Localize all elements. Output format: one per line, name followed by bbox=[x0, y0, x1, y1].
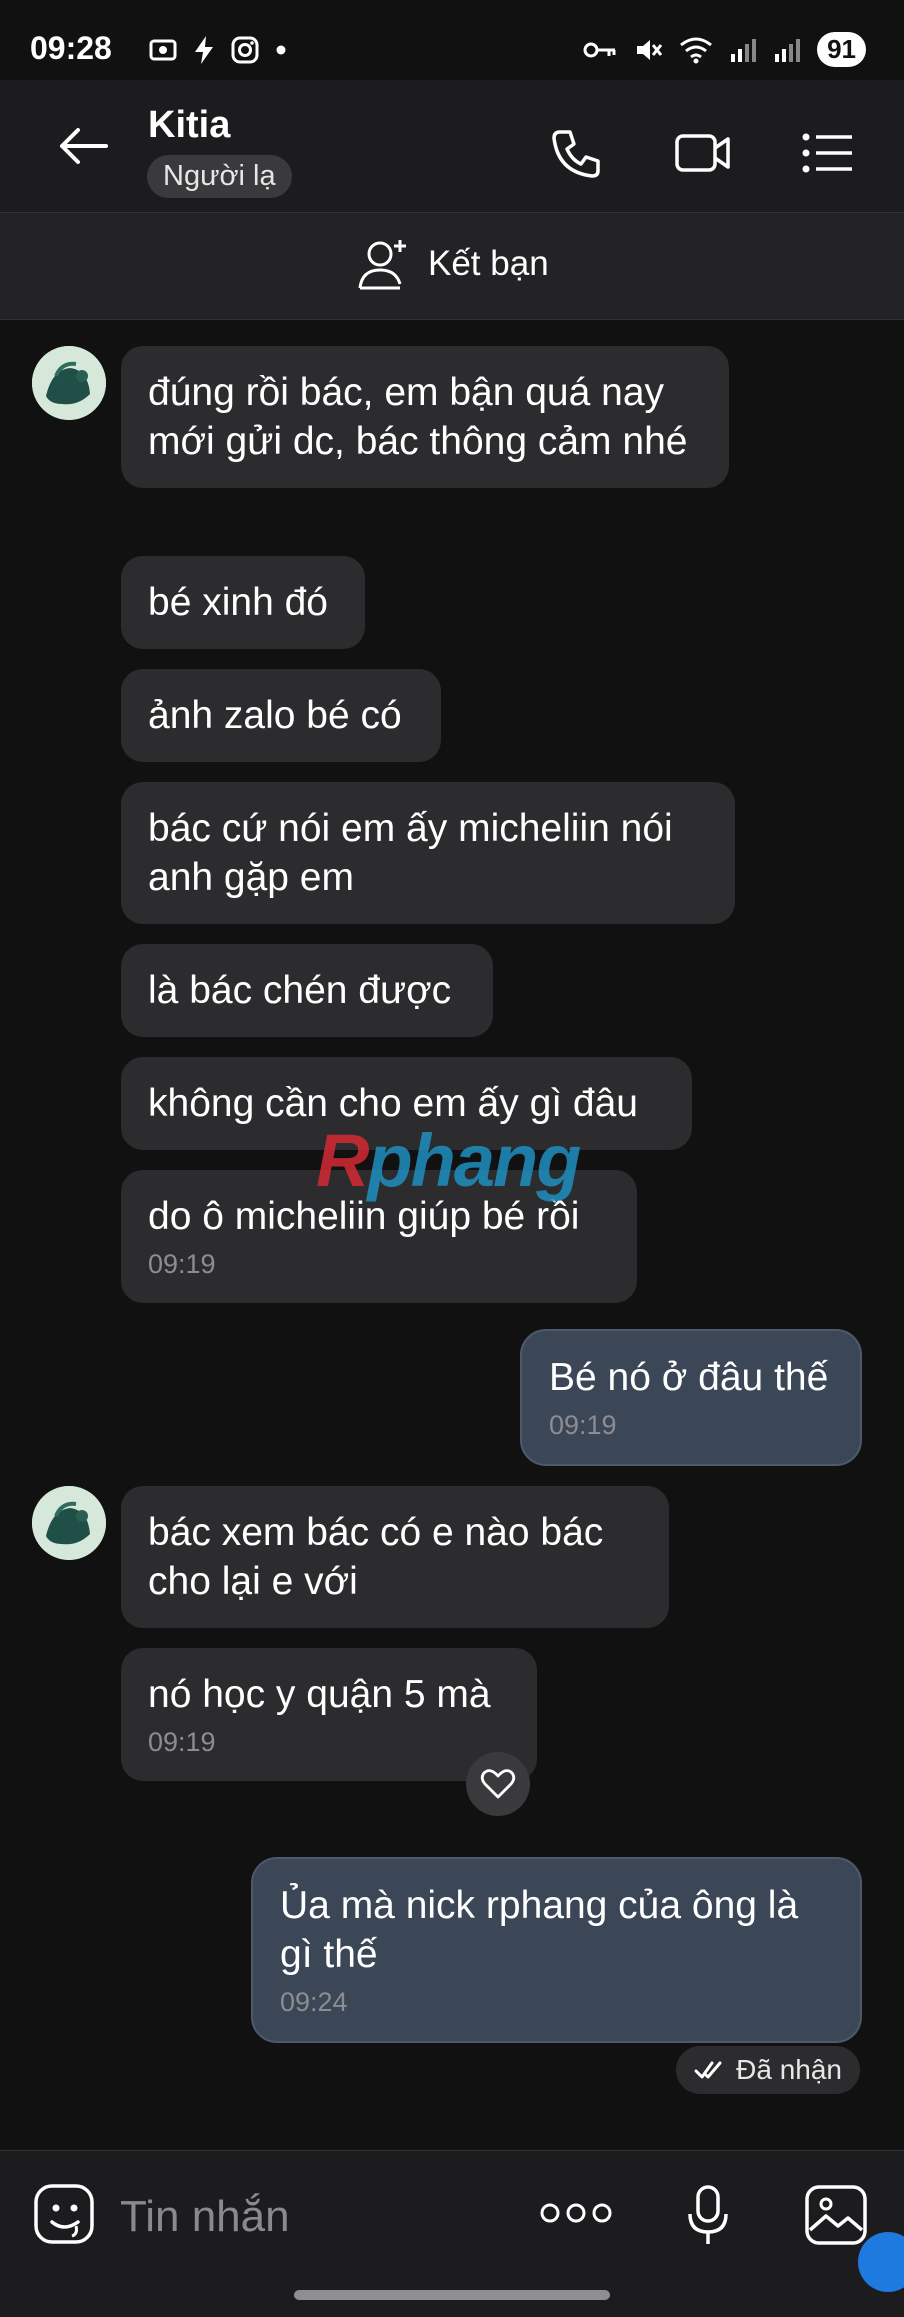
avatar[interactable] bbox=[32, 1486, 106, 1560]
avatar-image bbox=[32, 1486, 106, 1560]
signal-icon-2 bbox=[775, 38, 801, 62]
flash-icon bbox=[195, 36, 213, 64]
message-text: ảnh zalo bé có bbox=[148, 694, 402, 737]
message-text: Ủa mà nick rphang của ông là gì thế bbox=[280, 1884, 799, 1976]
delivery-status-label: Đã nhận bbox=[736, 2054, 842, 2085]
react-button[interactable] bbox=[466, 1752, 530, 1816]
message-time: 09:19 bbox=[148, 1727, 216, 1757]
dot-icon bbox=[276, 45, 286, 55]
wifi-icon bbox=[680, 37, 713, 63]
message-bubble[interactable]: đúng rồi bác, em bận quá nay mới gửi dc,… bbox=[121, 346, 729, 488]
menu-icon bbox=[802, 133, 852, 173]
more-button[interactable] bbox=[540, 2200, 612, 2231]
key-icon bbox=[583, 42, 616, 57]
image-button[interactable] bbox=[804, 2184, 868, 2251]
status-left-icons bbox=[148, 34, 288, 66]
watermark-rest: phang bbox=[367, 1119, 581, 1202]
mute-icon bbox=[637, 39, 663, 60]
sticker-button[interactable] bbox=[32, 2182, 98, 2253]
status-right-icons: 91 bbox=[583, 32, 866, 67]
message-text: nó học y quận 5 mà bbox=[148, 1673, 491, 1716]
voice-button[interactable] bbox=[686, 2184, 730, 2253]
message-time: 09:19 bbox=[549, 1410, 617, 1440]
phone-icon bbox=[552, 130, 600, 178]
add-friend-button[interactable]: Kết bạn bbox=[356, 236, 549, 292]
message-bubble[interactable]: bác cứ nói em ấy micheliin nói anh gặp e… bbox=[121, 782, 735, 924]
arrow-left-icon bbox=[60, 128, 108, 164]
call-button[interactable] bbox=[550, 128, 602, 185]
message-bubble-outgoing[interactable]: Bé nó ở đâu thế 09:19 bbox=[520, 1329, 862, 1466]
back-button[interactable] bbox=[56, 126, 112, 166]
sticker-icon bbox=[34, 2184, 94, 2244]
message-bubble[interactable]: bé xinh đó bbox=[121, 556, 365, 649]
watermark-logo: Rphang bbox=[316, 1118, 581, 1203]
status-time: 09:28 bbox=[30, 30, 112, 66]
microphone-icon bbox=[688, 2185, 728, 2244]
message-bubble-outgoing[interactable]: Ủa mà nick rphang của ông là gì thế 09:2… bbox=[251, 1857, 862, 2043]
double-check-icon bbox=[694, 2061, 722, 2079]
message-bubble[interactable]: bác xem bác có e nào bác cho lại e với bbox=[121, 1486, 669, 1628]
stranger-badge: Người lạ bbox=[147, 155, 292, 198]
message-input[interactable]: Tin nhắn bbox=[120, 2192, 290, 2242]
battery-indicator: 91 bbox=[817, 32, 866, 67]
add-user-icon bbox=[358, 240, 406, 290]
message-bubble[interactable]: là bác chén được bbox=[121, 944, 493, 1037]
message-text: bác xem bác có e nào bác cho lại e với bbox=[148, 1511, 604, 1603]
signal-icon bbox=[731, 38, 757, 62]
contact-name[interactable]: Kitia bbox=[148, 104, 230, 147]
more-dots-icon bbox=[540, 2203, 612, 2223]
watermark-first: R bbox=[316, 1119, 369, 1202]
message-bubble[interactable]: ảnh zalo bé có bbox=[121, 669, 441, 762]
video-icon bbox=[675, 134, 730, 172]
home-indicator[interactable] bbox=[294, 2290, 610, 2300]
chat-header bbox=[0, 80, 904, 212]
screen-record-icon bbox=[149, 39, 177, 61]
message-text: bé xinh đó bbox=[148, 581, 328, 624]
message-text: Bé nó ở đâu thế bbox=[549, 1356, 829, 1399]
add-friend-label: Kết bạn bbox=[428, 244, 549, 283]
menu-button[interactable] bbox=[802, 132, 854, 179]
heart-icon bbox=[480, 1769, 516, 1799]
message-text: là bác chén được bbox=[148, 969, 452, 1012]
avatar[interactable] bbox=[32, 346, 106, 420]
message-text: bác cứ nói em ấy micheliin nói anh gặp e… bbox=[148, 807, 673, 899]
message-time: 09:24 bbox=[280, 1987, 348, 2017]
message-text: đúng rồi bác, em bận quá nay mới gửi dc,… bbox=[148, 371, 688, 463]
video-call-button[interactable] bbox=[674, 130, 732, 181]
message-time: 09:19 bbox=[148, 1249, 216, 1279]
delivery-status: Đã nhận bbox=[676, 2046, 860, 2094]
instagram-icon bbox=[231, 36, 259, 64]
avatar-image bbox=[32, 346, 106, 420]
image-icon bbox=[805, 2185, 867, 2245]
